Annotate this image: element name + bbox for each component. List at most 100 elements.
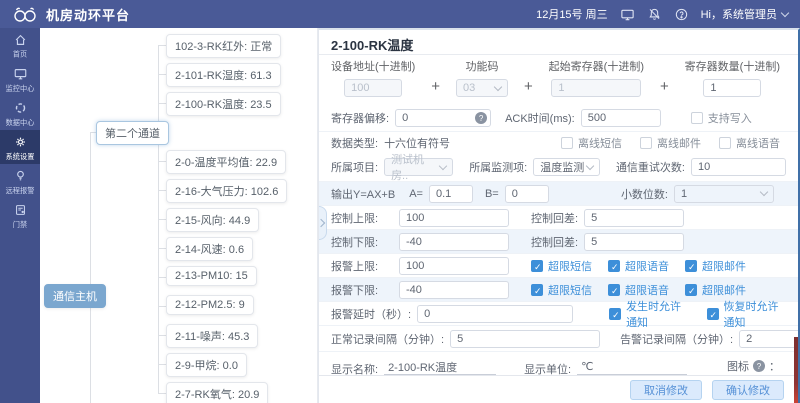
function-code-select[interactable]: 03 bbox=[456, 79, 508, 97]
bell-muted-icon[interactable] bbox=[647, 7, 662, 22]
cancel-button[interactable]: 取消修改 bbox=[630, 380, 702, 400]
icon-colon: ： bbox=[769, 358, 780, 374]
notify-on-occur-checkbox[interactable]: 发生时允许通知 bbox=[609, 298, 688, 330]
chevron-down-icon bbox=[781, 8, 789, 16]
tree-sensor-item[interactable]: 2-16-大气压力: 102.6 bbox=[166, 179, 287, 203]
upper-over-voice-checkbox[interactable]: 超限语音 bbox=[608, 258, 669, 274]
offline-mail-checkbox[interactable]: 离线邮件 bbox=[640, 135, 701, 151]
alarm-delay-input[interactable] bbox=[417, 305, 573, 323]
device-addr-label: 设备地址(十进制) bbox=[331, 58, 415, 74]
offline-voice-checkbox[interactable]: 离线语音 bbox=[719, 135, 780, 151]
tree-sensor-item[interactable]: 2-11-噪声: 45.3 bbox=[166, 324, 258, 348]
tree-sensor-item[interactable]: 102-3-RK红外: 正常 bbox=[166, 34, 281, 58]
control-upper-row: 控制上限: 控制回差: bbox=[319, 205, 798, 229]
app-title: 机房动环平台 bbox=[46, 5, 130, 24]
info-icon[interactable]: ? bbox=[753, 360, 765, 372]
checkbox-checked-icon bbox=[531, 260, 543, 272]
plus-sign: + bbox=[658, 78, 671, 97]
register-count-input[interactable] bbox=[703, 79, 761, 97]
project-label: 所属项目: bbox=[331, 159, 378, 175]
top-bar: 机房动环平台 12月15号 周三 Hi，系统管理员 bbox=[0, 0, 800, 28]
sidebar-item-data-center[interactable]: 数据中心 bbox=[0, 96, 40, 130]
checkbox-icon bbox=[640, 137, 652, 149]
tree-sensor-item[interactable]: 2-0-温度平均值: 22.9 bbox=[166, 150, 286, 174]
sidebar-item-remote-alarm[interactable]: 远程报警 bbox=[0, 164, 40, 198]
confirm-button[interactable]: 确认修改 bbox=[712, 380, 784, 400]
user-menu[interactable]: Hi，系统管理员 bbox=[701, 6, 788, 22]
user-label: Hi，系统管理员 bbox=[701, 6, 777, 22]
alarm-delay-label: 报警延时（秒）: bbox=[331, 306, 411, 322]
tree-line bbox=[158, 306, 166, 307]
normal-interval-input[interactable] bbox=[450, 330, 600, 348]
ctrl-lower-hys-label: 控制回差: bbox=[531, 234, 578, 250]
monitor-icon[interactable] bbox=[620, 7, 635, 22]
upper-over-sms-checkbox[interactable]: 超限短信 bbox=[531, 258, 592, 274]
coef-a-input[interactable] bbox=[429, 185, 473, 203]
collapse-handle[interactable] bbox=[318, 206, 327, 240]
ctrl-upper-hys-input[interactable] bbox=[584, 209, 684, 227]
tree-root-host[interactable]: 通信主机 bbox=[44, 284, 106, 308]
tree-sensor-item[interactable]: 2-14-风速: 0.6 bbox=[166, 237, 253, 261]
retry-label: 通信重试次数: bbox=[616, 159, 685, 175]
date-label: 12月15号 周三 bbox=[536, 6, 608, 22]
lower-over-mail-checkbox[interactable]: 超限邮件 bbox=[685, 282, 746, 298]
tree-line bbox=[158, 248, 166, 249]
tree-sensor-item[interactable]: 2-9-甲烷: 0.0 bbox=[166, 353, 247, 377]
display-unit-input[interactable] bbox=[577, 359, 687, 375]
tree-sensor-item[interactable]: 2-12-PM2.5: 9 bbox=[166, 295, 254, 315]
ctrl-lower-label: 控制下限: bbox=[331, 234, 393, 250]
tree-line bbox=[158, 161, 166, 162]
write-support-checkbox[interactable]: 支持写入 bbox=[691, 110, 752, 126]
tree-channel[interactable]: 第二个通道 bbox=[96, 121, 169, 145]
tree-sensor-item[interactable]: 2-7-RK氧气: 20.9 bbox=[166, 382, 268, 403]
sidebar-item-settings[interactable]: 系统设置 bbox=[0, 130, 40, 164]
tree-line bbox=[158, 190, 166, 191]
alarm-lower-input[interactable] bbox=[399, 281, 509, 299]
monitor-type-select[interactable]: 温度监测 bbox=[533, 158, 600, 176]
tree-line bbox=[158, 393, 166, 394]
lower-over-sms-checkbox[interactable]: 超限短信 bbox=[531, 282, 592, 298]
alarm-interval-input[interactable] bbox=[739, 330, 800, 348]
ack-time-input[interactable] bbox=[581, 109, 661, 127]
device-address-row: 设备地址(十进制) + 功能码 03 + 起始寄存器(十进制) + 寄存器数量(… bbox=[319, 55, 798, 105]
ctrl-lower-hys-input[interactable] bbox=[584, 233, 684, 251]
output-row: 输出Y=AX+B A= B= 小数位数: 1 bbox=[319, 181, 798, 205]
plus-sign: + bbox=[429, 78, 442, 97]
upper-over-mail-checkbox[interactable]: 超限邮件 bbox=[685, 258, 746, 274]
checkbox-checked-icon bbox=[608, 260, 620, 272]
notify-on-recover-checkbox[interactable]: 恢复时允许通知 bbox=[707, 298, 786, 330]
tree-sensor-item[interactable]: 2-101-RK湿度: 61.3 bbox=[166, 63, 281, 87]
control-lower-row: 控制下限: 控制回差: bbox=[319, 229, 798, 253]
tree-sensor-item[interactable]: 2-15-风向: 44.9 bbox=[166, 208, 259, 232]
panel-footer: 取消修改 确认修改 bbox=[319, 375, 798, 403]
alarm-upper-label: 报警上限: bbox=[331, 258, 393, 274]
display-name-input[interactable] bbox=[384, 359, 496, 375]
sidebar-item-monitor-center[interactable]: 监控中心 bbox=[0, 62, 40, 96]
alarm-upper-row: 报警上限: 超限短信 超限语音 超限邮件 bbox=[319, 253, 798, 277]
project-select[interactable]: 测试机房.. bbox=[384, 158, 453, 176]
tree-line bbox=[158, 219, 166, 220]
tree-sensor-item[interactable]: 2-13-PM10: 15 bbox=[166, 266, 257, 286]
start-register-input[interactable] bbox=[551, 79, 641, 97]
ctrl-upper-input[interactable] bbox=[399, 209, 509, 227]
sidebar-item-door-access[interactable]: 门禁 bbox=[0, 198, 40, 232]
sensor-config-panel: 2-100-RK温度 设备地址(十进制) + 功能码 03 + 起始寄存器(十进… bbox=[318, 28, 800, 403]
device-addr-input[interactable] bbox=[344, 79, 402, 97]
checkbox-checked-icon bbox=[609, 308, 621, 320]
retry-count-input[interactable] bbox=[691, 158, 786, 176]
coef-b-input[interactable] bbox=[505, 185, 549, 203]
tree-sensor-item[interactable]: 2-100-RK温度: 23.5 bbox=[166, 92, 281, 116]
sidebar-item-home[interactable]: 首页 bbox=[0, 28, 40, 62]
info-icon[interactable]: ? bbox=[475, 112, 487, 124]
help-circle-icon[interactable] bbox=[674, 7, 689, 22]
offline-sms-checkbox[interactable]: 离线短信 bbox=[561, 135, 622, 151]
alarm-upper-input[interactable] bbox=[399, 257, 509, 275]
project-row: 所属项目: 测试机房.. 所属监测项: 温度监测 通信重试次数: bbox=[319, 153, 798, 181]
register-count-label: 寄存器数量(十进制) bbox=[685, 58, 780, 74]
ctrl-lower-input[interactable] bbox=[399, 233, 509, 251]
lower-over-voice-checkbox[interactable]: 超限语音 bbox=[608, 282, 669, 298]
chevron-down-icon bbox=[494, 82, 502, 90]
tree-line bbox=[158, 103, 166, 104]
decimal-select[interactable]: 1 bbox=[674, 185, 774, 203]
scrollbar-thumb[interactable] bbox=[794, 337, 798, 403]
